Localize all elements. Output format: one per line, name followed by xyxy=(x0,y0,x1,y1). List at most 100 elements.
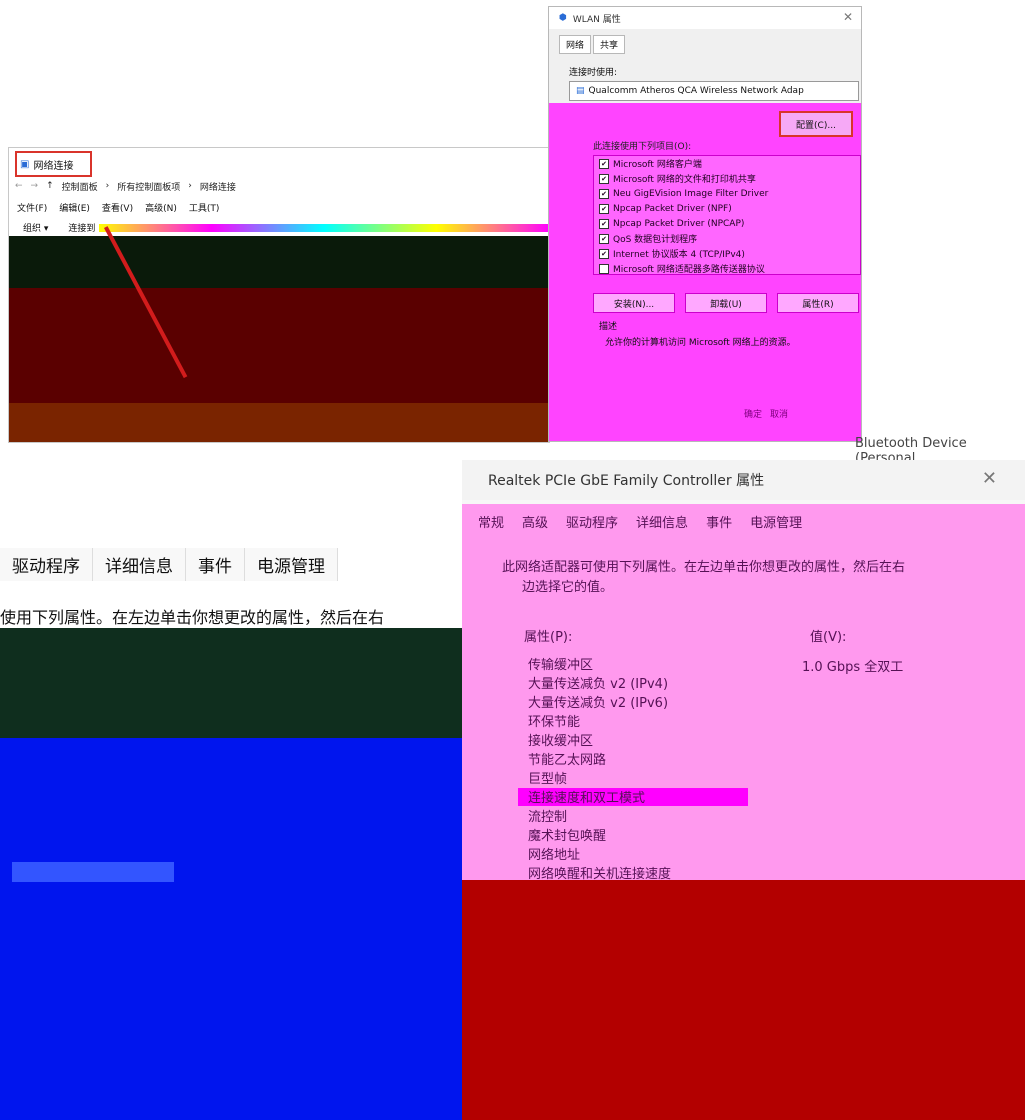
uninstall-button[interactable]: 卸载(U) xyxy=(685,293,767,313)
checkbox[interactable]: ✔ xyxy=(599,248,609,259)
breadcrumb-sep: › xyxy=(188,181,192,191)
list-item[interactable]: ✔ QoS 数据包计划程序 xyxy=(594,231,860,246)
menu-bar: 文件(F) 编辑(E) 查看(V) 高级(N) 工具(T) xyxy=(17,201,219,214)
tab-power[interactable]: 电源管理 xyxy=(750,512,802,531)
item-label: Npcap Packet Driver (NPCAP) xyxy=(613,218,745,229)
instruction-text: 使用下列属性。在左边单击你想更改的属性，然后在右 xyxy=(0,608,385,627)
forward-icon[interactable]: → xyxy=(31,181,39,191)
window-title: 网络连接 xyxy=(33,160,74,172)
configure-button[interactable]: 配置(C)... xyxy=(779,111,853,137)
property-item[interactable]: 大量传送减负 v2 (IPv6) xyxy=(528,694,671,713)
tab-events[interactable]: 事件 xyxy=(186,548,245,581)
menu-tools[interactable]: 工具(T) xyxy=(189,201,220,214)
property-item[interactable]: 大量传送减负 v2 (IPv4) xyxy=(528,675,671,694)
menu-file[interactable]: 文件(F) xyxy=(17,201,47,214)
tab-network[interactable]: 网络 xyxy=(559,35,592,54)
dialog-footer: 确定 取消 xyxy=(744,407,788,420)
checkbox[interactable]: ✔ xyxy=(599,203,609,214)
checkbox[interactable]: ✔ xyxy=(599,158,609,169)
network-icon: ▣ xyxy=(20,158,30,170)
value-select[interactable]: 1.0 Gbps 全双工 xyxy=(802,656,903,675)
intro-text: 此网络适配器可使用下列属性。在左边单击你想更改的属性，然后在右 xyxy=(502,560,906,575)
tab-details[interactable]: 详细信息 xyxy=(93,548,186,581)
property-item[interactable]: 网络地址 xyxy=(528,846,671,865)
list-item[interactable]: Microsoft 网络适配器多路传送器协议 xyxy=(594,261,860,275)
items-list[interactable]: ✔ Microsoft 网络客户端 ✔ Microsoft 网络的文件和打印机共享 … xyxy=(593,155,861,275)
content-band xyxy=(9,236,549,288)
adapter-name: Qualcomm Atheros QCA Wireless Network Ad… xyxy=(588,86,804,96)
properties-button[interactable]: 属性(R) xyxy=(777,293,859,313)
property-item[interactable]: 传输缓冲区 xyxy=(528,656,671,675)
property-item[interactable]: 连接速度和双工模式 xyxy=(528,789,671,808)
intro-text: 边选择它的值。 xyxy=(522,580,614,595)
adapter-field: ▤ Qualcomm Atheros QCA Wireless Network … xyxy=(569,81,859,101)
menu-advanced[interactable]: 高级(N) xyxy=(145,201,177,214)
dialog-header: ⬢ WLAN 属性 xyxy=(549,7,861,29)
breadcrumb-1[interactable]: 所有控制面板项 xyxy=(117,180,180,193)
property-item[interactable]: 魔术封包唤醒 xyxy=(528,827,671,846)
item-label: Microsoft 网络的文件和打印机共享 xyxy=(613,175,756,185)
organize-button[interactable]: 组织 ▾ xyxy=(23,221,48,234)
list-item[interactable]: ✔ Npcap Packet Driver (NPCAP) xyxy=(594,216,860,231)
tab-events[interactable]: 事件 xyxy=(706,512,732,531)
breadcrumb-2[interactable]: 网络连接 xyxy=(200,180,236,193)
property-item[interactable]: 节能乙太网路 xyxy=(528,751,671,770)
dialog-header: Realtek PCIe GbE Family Controller 属性 xyxy=(462,460,1025,500)
tab-bar: 驱动程序 详细信息 事件 电源管理 xyxy=(0,548,338,581)
property-label: 属性(P): xyxy=(524,630,573,645)
list-item[interactable]: ✔ Internet 协议版本 4 (TCP/IPv4) xyxy=(594,246,860,261)
tab-power[interactable]: 电源管理 xyxy=(245,548,338,581)
connect-to-button[interactable]: 连接到 xyxy=(68,221,95,234)
property-item[interactable]: 流控制 xyxy=(528,808,671,827)
close-icon[interactable]: ✕ xyxy=(843,10,853,24)
tab-sharing[interactable]: 共享 xyxy=(593,35,626,54)
item-label: Microsoft 网络适配器多路传送器协议 xyxy=(613,265,765,275)
list-item[interactable]: ✔ Microsoft 网络客户端 xyxy=(594,156,860,171)
property-list[interactable]: 传输缓冲区 大量传送减负 v2 (IPv4) 大量传送减负 v2 (IPv6) … xyxy=(528,656,671,884)
breadcrumb-sep: › xyxy=(105,181,110,191)
install-button[interactable]: 安装(N)... xyxy=(593,293,675,313)
item-label: Internet 协议版本 4 (TCP/IPv4) xyxy=(613,250,745,260)
close-icon[interactable]: ✕ xyxy=(982,468,997,489)
tab-details[interactable]: 详细信息 xyxy=(636,512,688,531)
checkbox[interactable] xyxy=(599,263,609,274)
content-band xyxy=(9,288,549,403)
checkbox[interactable]: ✔ xyxy=(599,188,609,199)
connect-using-label: 连接时使用: xyxy=(569,68,618,78)
item-label: Neu GigEVision Image Filter Driver xyxy=(613,188,769,199)
item-label: Microsoft 网络客户端 xyxy=(613,160,702,170)
back-icon[interactable]: ← xyxy=(15,181,23,191)
description-label: 描述 xyxy=(599,322,618,332)
list-item[interactable]: ✔ Neu GigEVision Image Filter Driver xyxy=(594,186,860,201)
property-item[interactable]: 接收缓冲区 xyxy=(528,732,671,751)
property-item[interactable]: 环保节能 xyxy=(528,713,671,732)
adapter-icon: ▤ xyxy=(576,86,585,96)
item-buttons: 安装(N)... 卸载(U) 属性(R) xyxy=(593,293,859,313)
ok-button[interactable]: 确定 xyxy=(744,407,762,420)
glitch-band xyxy=(0,628,462,738)
address-bar[interactable]: ← → ↑ 控制面板 › 所有控制面板项 › 网络连接 xyxy=(9,176,549,196)
menu-edit[interactable]: 编辑(E) xyxy=(59,201,90,214)
menu-view[interactable]: 查看(V) xyxy=(102,201,133,214)
property-item[interactable]: 巨型帧 xyxy=(528,770,671,789)
tab-driver[interactable]: 驱动程序 xyxy=(0,548,93,581)
breadcrumb-0[interactable]: 控制面板 xyxy=(62,180,98,193)
tab-driver[interactable]: 驱动程序 xyxy=(566,512,618,531)
checkbox[interactable]: ✔ xyxy=(599,173,609,184)
dialog-title: WLAN 属性 xyxy=(572,14,621,25)
tab-general[interactable]: 常规 xyxy=(478,512,504,531)
cancel-button[interactable]: 取消 xyxy=(770,407,788,420)
list-item[interactable]: ✔ Microsoft 网络的文件和打印机共享 xyxy=(594,171,860,186)
list-item[interactable]: ✔ Npcap Packet Driver (NPF) xyxy=(594,201,860,216)
window-title-box: ▣ 网络连接 xyxy=(15,151,92,177)
description-text: 允许你的计算机访问 Microsoft 网络上的资源。 xyxy=(605,338,796,348)
checkbox[interactable]: ✔ xyxy=(599,233,609,244)
checkbox[interactable]: ✔ xyxy=(599,218,609,229)
network-connections-window: ▣ 网络连接 ← → ↑ 控制面板 › 所有控制面板项 › 网络连接 文件(F)… xyxy=(8,147,550,443)
up-icon[interactable]: ↑ xyxy=(46,181,54,191)
glitch-stripe xyxy=(99,224,549,232)
dialog-title: Realtek PCIe GbE Family Controller 属性 xyxy=(488,473,765,489)
toolbar: 组织 ▾ 连接到 xyxy=(23,221,95,234)
tab-advanced[interactable]: 高级 xyxy=(522,512,548,531)
item-label: QoS 数据包计划程序 xyxy=(613,235,698,245)
